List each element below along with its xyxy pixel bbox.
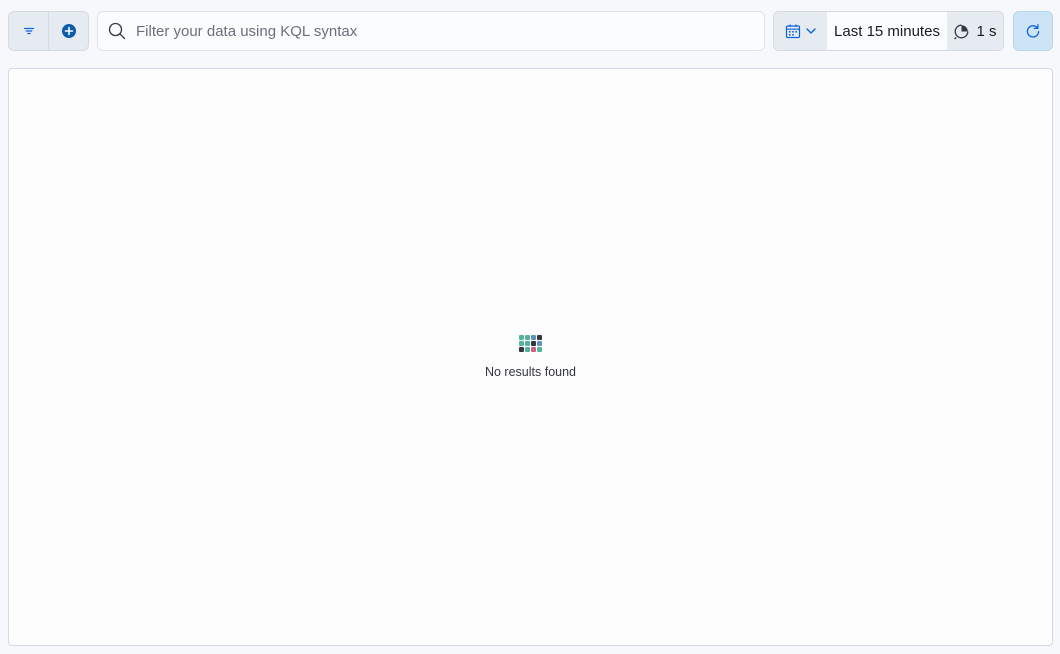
empty-grid-cell xyxy=(537,347,542,352)
quick-select-button[interactable] xyxy=(774,12,827,50)
add-filter-icon xyxy=(61,24,76,38)
empty-grid-cell xyxy=(525,347,530,352)
empty-grid-cell xyxy=(537,335,542,340)
empty-grid-icon xyxy=(519,335,542,352)
search-bar xyxy=(97,11,765,51)
empty-grid-cell xyxy=(525,335,530,340)
add-filter-button[interactable] xyxy=(48,12,88,50)
date-picker: Last 15 minutes 1 s xyxy=(773,11,1004,51)
filter-menu-button[interactable] xyxy=(9,12,48,50)
empty-grid-cell xyxy=(531,335,536,340)
empty-grid-cell xyxy=(531,341,536,346)
empty-grid-cell xyxy=(531,347,536,352)
refresh-icon xyxy=(1026,24,1040,38)
empty-grid-cell xyxy=(525,341,530,346)
page: Last 15 minutes 1 s No results found xyxy=(0,0,1060,654)
filter-button-group xyxy=(8,11,89,51)
empty-grid-cell xyxy=(519,335,524,340)
query-bar: Last 15 minutes 1 s xyxy=(0,0,1060,62)
empty-grid-cell xyxy=(519,347,524,352)
calendar-icon xyxy=(785,24,800,39)
empty-state: No results found xyxy=(9,335,1052,379)
refresh-interval-button[interactable]: 1 s xyxy=(947,12,1003,50)
time-range-label: Last 15 minutes xyxy=(834,22,940,40)
refresh-interval-label: 1 s xyxy=(976,22,997,40)
search-icon xyxy=(108,22,126,40)
search-input[interactable] xyxy=(126,12,764,50)
filter-menu-icon xyxy=(23,27,34,35)
empty-message: No results found xyxy=(484,365,577,379)
time-range-button[interactable]: Last 15 minutes xyxy=(827,12,947,50)
refresh-interval-icon xyxy=(954,24,969,39)
empty-grid-cell xyxy=(519,341,524,346)
results-panel: No results found xyxy=(8,68,1053,646)
chevron-down-icon xyxy=(805,28,816,34)
refresh-button[interactable] xyxy=(1013,11,1053,51)
empty-grid-cell xyxy=(537,341,542,346)
